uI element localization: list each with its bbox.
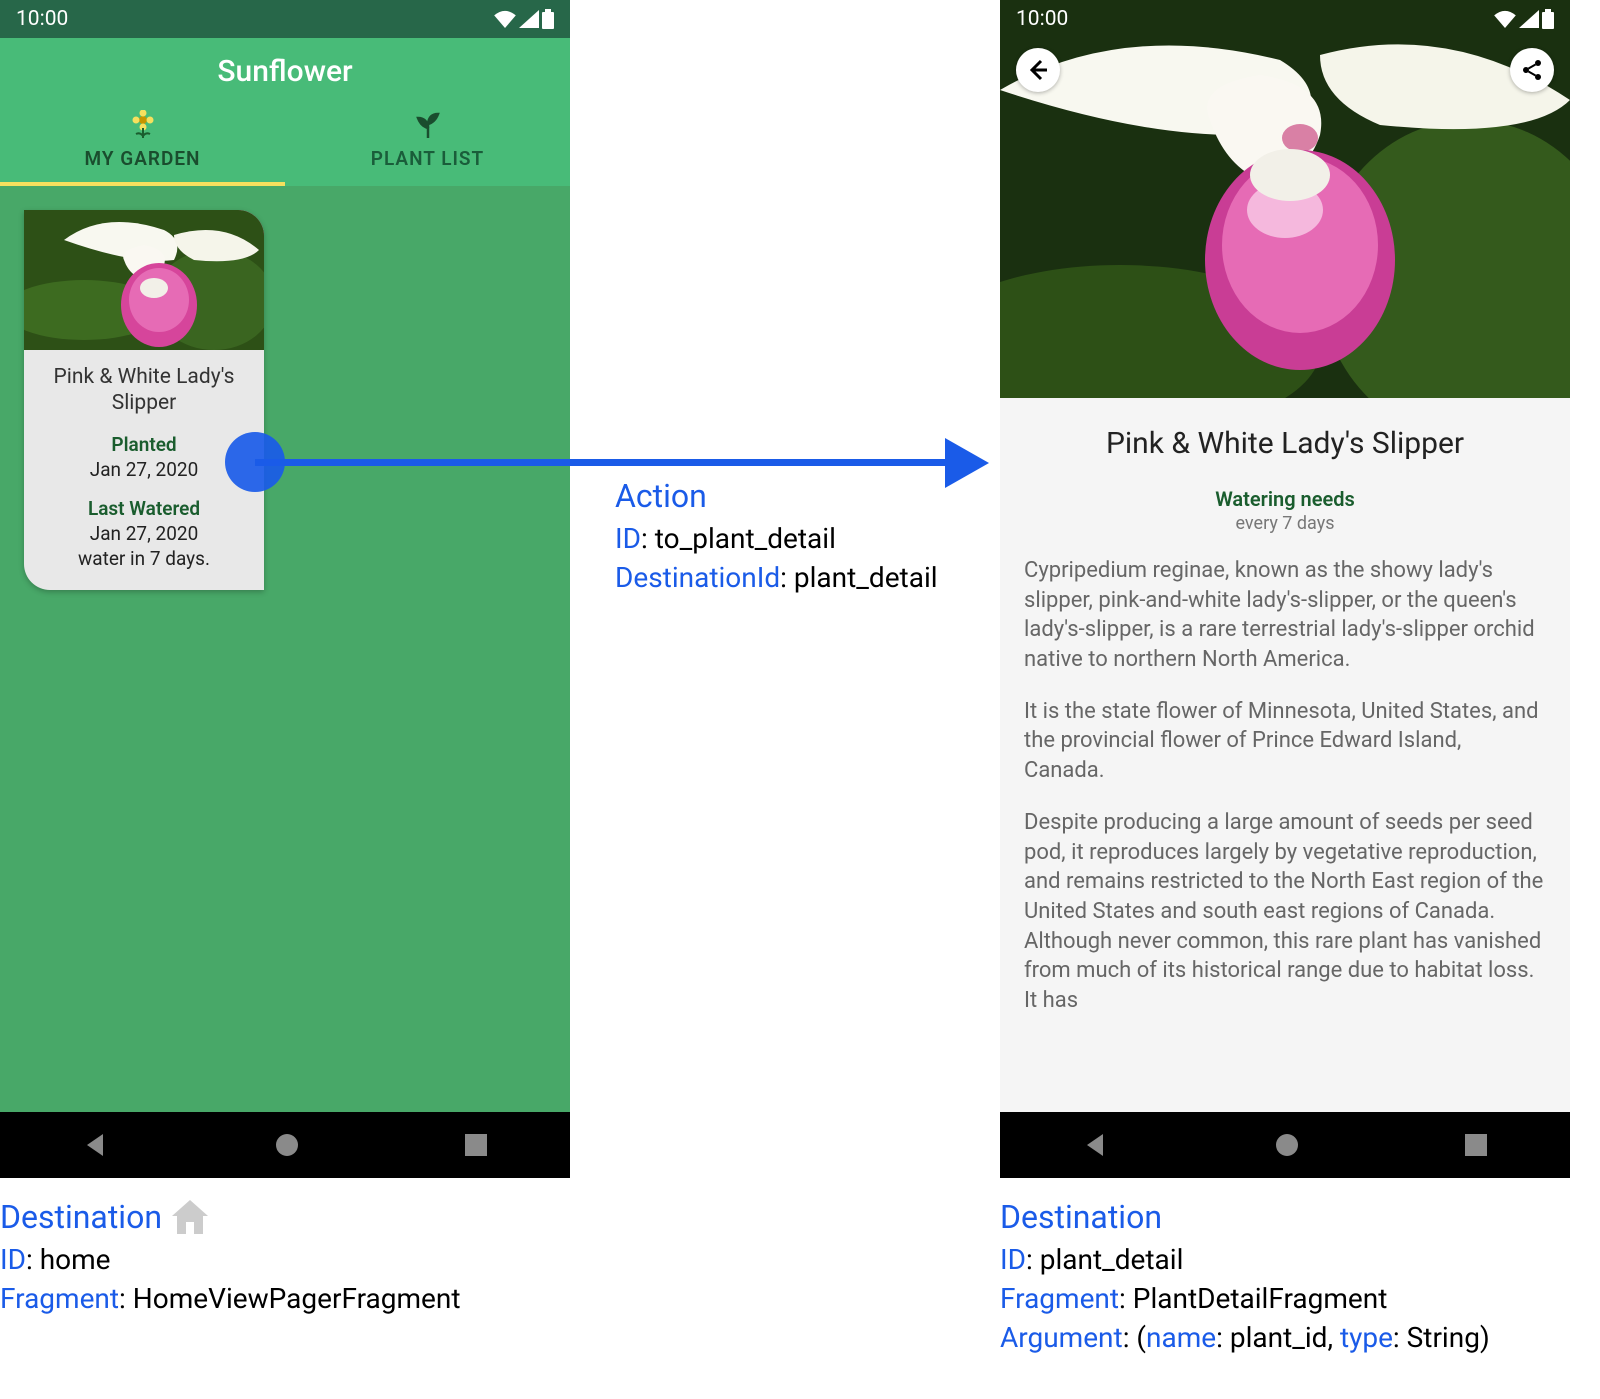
arrow-head-icon xyxy=(945,438,989,488)
status-time: 10:00 xyxy=(1016,7,1068,31)
home-nav-icon[interactable] xyxy=(275,1133,299,1157)
system-nav-bar xyxy=(0,1112,570,1178)
annotation-key: ID xyxy=(1000,1243,1026,1276)
description-paragraph: It is the state flower of Minnesota, Uni… xyxy=(1024,697,1546,786)
annotation-key: ID xyxy=(615,522,641,555)
back-nav-icon[interactable] xyxy=(1083,1132,1109,1158)
annotation-key: name xyxy=(1146,1321,1216,1354)
battery-icon xyxy=(542,9,554,29)
home-screen-mockup: 10:00 Sunflower MY GARDEN PLANT LIST xyxy=(0,0,570,1178)
annotation-value: String xyxy=(1407,1321,1480,1354)
annotation-value: PlantDetailFragment xyxy=(1133,1282,1388,1315)
flower-icon xyxy=(130,110,156,140)
signal-icon xyxy=(519,10,539,28)
planted-label: Planted xyxy=(34,433,254,456)
plant-detail-title: Pink & White Lady's Slipper xyxy=(1024,426,1546,461)
status-time: 10:00 xyxy=(16,7,68,31)
watered-label: Last Watered xyxy=(34,497,254,520)
plant-name: Pink & White Lady's Slipper xyxy=(34,364,254,417)
tab-row: MY GARDEN PLANT LIST xyxy=(0,101,570,186)
share-button[interactable] xyxy=(1510,48,1554,92)
annotation-key: type xyxy=(1340,1321,1393,1354)
annotation-key: DestinationId xyxy=(615,561,780,594)
plant-description: Cypripedium reginae, known as the showy … xyxy=(1024,556,1546,1016)
description-paragraph: Despite producing a large amount of seed… xyxy=(1024,808,1546,1016)
annotation-key: Argument xyxy=(1000,1321,1123,1354)
app-bar: Sunflower MY GARDEN PLANT LIST xyxy=(0,38,570,186)
recents-nav-icon[interactable] xyxy=(1465,1134,1487,1156)
watering-label: Watering needs xyxy=(1024,487,1546,511)
annotation-value: plant_detail xyxy=(1040,1243,1184,1276)
detail-content: Pink & White Lady's Slipper Watering nee… xyxy=(1000,398,1570,1112)
status-icons xyxy=(494,9,554,29)
home-icon xyxy=(172,1200,208,1234)
wifi-icon xyxy=(1494,10,1516,28)
share-icon xyxy=(1520,58,1544,82)
plant-thumbnail xyxy=(24,210,264,350)
recents-nav-icon[interactable] xyxy=(465,1134,487,1156)
destination-left-annotation: Destination ID: home Fragment: HomeViewP… xyxy=(0,1195,461,1318)
description-paragraph: Cypripedium reginae, known as the showy … xyxy=(1024,556,1546,675)
back-button[interactable] xyxy=(1016,48,1060,92)
tab-label: MY GARDEN xyxy=(0,147,285,170)
annotation-key: Fragment xyxy=(0,1282,119,1315)
annotation-value: home xyxy=(40,1243,111,1276)
annotation-key: Fragment xyxy=(1000,1282,1119,1315)
annotation-key: ID xyxy=(0,1243,26,1276)
arrow-left-icon xyxy=(1025,57,1051,83)
tab-plant-list[interactable]: PLANT LIST xyxy=(285,101,570,186)
wifi-icon xyxy=(494,10,516,28)
signal-icon xyxy=(1519,10,1539,28)
status-icons xyxy=(1494,9,1554,29)
water-in: water in 7 days. xyxy=(34,547,254,570)
watered-date: Jan 27, 2020 xyxy=(34,522,254,545)
sprout-icon xyxy=(413,110,443,140)
garden-content: Pink & White Lady's Slipper Planted Jan … xyxy=(0,186,570,1122)
plant-card[interactable]: Pink & White Lady's Slipper Planted Jan … xyxy=(24,210,264,590)
annotation-heading: Destination xyxy=(1000,1195,1490,1240)
status-bar: 10:00 xyxy=(0,0,570,38)
detail-screen-mockup: 10:00 Pink & White Lady's Slipper Wateri… xyxy=(1000,0,1570,1178)
tab-my-garden[interactable]: MY GARDEN xyxy=(0,101,285,186)
annotation-heading: Action xyxy=(615,474,938,519)
tab-label: PLANT LIST xyxy=(285,147,570,170)
destination-right-annotation: Destination ID: plant_detail Fragment: P… xyxy=(1000,1195,1490,1357)
annotation-heading: Destination xyxy=(0,1195,461,1240)
annotation-value: HomeViewPagerFragment xyxy=(133,1282,461,1315)
status-bar: 10:00 xyxy=(1000,0,1570,38)
watering-value: every 7 days xyxy=(1024,513,1546,534)
system-nav-bar xyxy=(1000,1112,1570,1178)
annotation-value: to_plant_detail xyxy=(655,522,836,555)
back-nav-icon[interactable] xyxy=(83,1132,109,1158)
plant-hero-image: 10:00 xyxy=(1000,0,1570,398)
app-title: Sunflower xyxy=(0,54,570,101)
annotation-value: plant_id xyxy=(1230,1321,1328,1354)
battery-icon xyxy=(1542,9,1554,29)
home-nav-icon[interactable] xyxy=(1275,1133,1299,1157)
action-annotation: Action ID: to_plant_detail DestinationId… xyxy=(615,474,938,597)
annotation-value: plant_detail xyxy=(794,561,938,594)
card-body: Pink & White Lady's Slipper Planted Jan … xyxy=(24,350,264,590)
planted-date: Jan 27, 2020 xyxy=(34,458,254,481)
